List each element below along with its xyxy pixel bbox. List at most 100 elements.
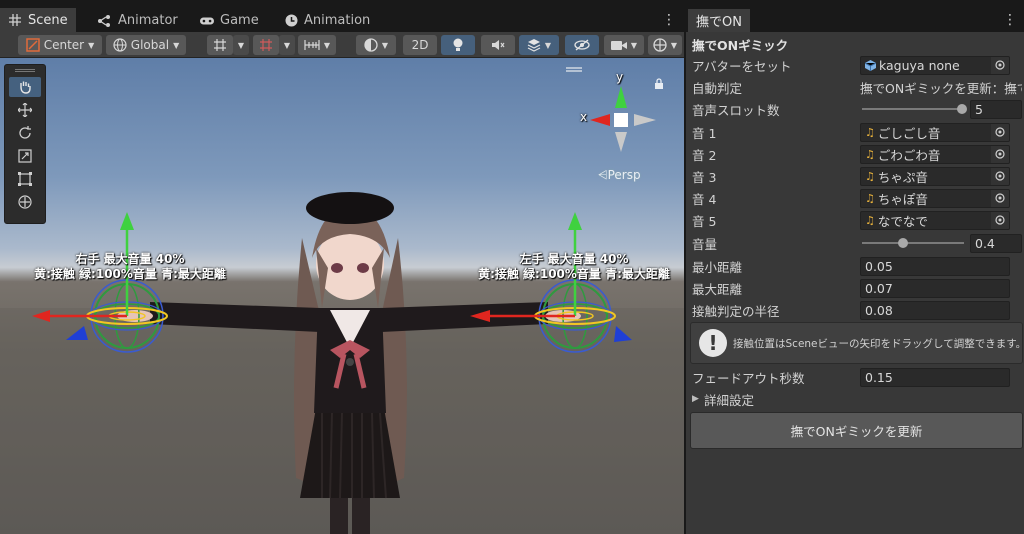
rect-tool-button[interactable] bbox=[9, 169, 41, 189]
scene-toolbar: Center ▼ Global ▼ ▼ ▼ ▼ ▼ 2D ▼ ▼ ▼ bbox=[0, 32, 684, 58]
palette-drag-handle[interactable] bbox=[15, 69, 35, 72]
scale-icon bbox=[18, 149, 32, 163]
chevron-down-icon: ▼ bbox=[670, 40, 678, 50]
advanced-foldout[interactable]: ▶ 詳細設定 bbox=[692, 389, 1022, 409]
slider-knob[interactable] bbox=[957, 104, 967, 114]
move-tool-button[interactable] bbox=[9, 100, 41, 120]
gamepad-icon bbox=[200, 14, 214, 28]
tab-animation-label: Animation bbox=[304, 13, 371, 28]
projection-toggle[interactable]: ⩤Persp bbox=[598, 168, 641, 183]
sound-label: 音 1 bbox=[692, 125, 717, 141]
effects-dropdown[interactable]: ▼ bbox=[519, 35, 559, 55]
object-picker-icon[interactable] bbox=[991, 123, 1009, 141]
object-picker-icon[interactable] bbox=[991, 189, 1009, 207]
rotate-tool-button[interactable] bbox=[9, 123, 41, 143]
grid-snap-dropdown[interactable]: ▼ bbox=[233, 35, 249, 55]
camera-dropdown[interactable]: ▼ bbox=[604, 35, 644, 55]
info-icon: ! bbox=[699, 329, 727, 357]
rect-transform-icon bbox=[18, 172, 32, 186]
fadeout-row: フェードアウト秒数 0.15 bbox=[692, 367, 1022, 387]
shading-icon bbox=[364, 38, 378, 52]
visibility-toggle[interactable] bbox=[565, 35, 599, 55]
rotate-icon bbox=[19, 126, 31, 139]
sound-clip-field[interactable]: ♫ ごわごわ音 bbox=[860, 144, 1010, 164]
more-options-icon[interactable]: ⋮ bbox=[662, 12, 676, 28]
gizmo-icon bbox=[653, 38, 667, 52]
ruler-dropdown[interactable]: ▼ bbox=[298, 35, 336, 55]
sound-clip-field[interactable]: ♫ ちゃぷ音 bbox=[860, 166, 1010, 186]
max-distance-value: 0.07 bbox=[865, 280, 893, 296]
audio-toggle[interactable] bbox=[481, 35, 515, 55]
sound-clip-value: ちゃぽ音 bbox=[877, 191, 928, 207]
scene-render bbox=[0, 67, 684, 534]
sound-clip-field[interactable]: ♫ ちゃぽ音 bbox=[860, 188, 1010, 208]
more-options-icon[interactable]: ⋮ bbox=[1003, 12, 1017, 28]
transform-tool-button[interactable] bbox=[9, 192, 41, 212]
object-picker-icon[interactable] bbox=[991, 145, 1009, 163]
volume-slider[interactable] bbox=[862, 238, 964, 248]
object-picker-icon[interactable] bbox=[991, 56, 1009, 74]
avatar-object-field[interactable]: kaguya none bbox=[860, 55, 1010, 75]
max-distance-input[interactable]: 0.07 bbox=[860, 278, 1010, 298]
hand-tool-button[interactable] bbox=[9, 77, 41, 97]
sound-row: 音 4 ♫ ちゃぽ音 bbox=[692, 188, 1022, 208]
grid-snap-button[interactable] bbox=[207, 35, 233, 55]
volume-value: 0.4 bbox=[975, 235, 995, 251]
shading-dropdown[interactable]: ▼ bbox=[356, 35, 396, 55]
audio-clip-icon: ♫ bbox=[865, 191, 875, 205]
max-distance-row: 最大距離 0.07 bbox=[692, 278, 1022, 298]
tab-animation[interactable]: Animation bbox=[276, 9, 378, 32]
gizmos-dropdown[interactable]: ▼ bbox=[648, 35, 682, 55]
object-picker-icon[interactable] bbox=[991, 167, 1009, 185]
axis-y-label: y bbox=[616, 70, 624, 84]
right-hand-label-line2: 黄:接触 緑:100%音量 青:最大距離 bbox=[34, 267, 226, 281]
tab-scene[interactable]: Scene bbox=[0, 8, 76, 32]
audio-clip-icon: ♫ bbox=[865, 213, 875, 227]
tab-animator[interactable]: Animator bbox=[90, 9, 186, 32]
scene-viewport[interactable]: y x ⩤Persp 右手 最大音量 40% 黄:接触 緑:100%音量 青:最… bbox=[0, 58, 684, 534]
chevron-down-icon: ▼ bbox=[173, 40, 180, 50]
update-gimmick-button[interactable]: 撫でONギミックを更新 bbox=[690, 412, 1023, 449]
right-hand-label-line1: 右手 最大音量 40% bbox=[75, 252, 185, 266]
section-title-row: 撫でONギミック bbox=[692, 34, 1022, 54]
toggle-2d-button[interactable]: 2D bbox=[403, 35, 437, 55]
tab-scene-label: Scene bbox=[28, 12, 68, 28]
hand-icon bbox=[20, 81, 31, 94]
foldout-arrow-icon: ▶ bbox=[692, 394, 699, 404]
sound-clip-field[interactable]: ♫ ごしごし音 bbox=[860, 122, 1010, 142]
toggle-2d-label: 2D bbox=[411, 38, 429, 52]
tab-nadeon[interactable]: 撫でON bbox=[688, 9, 750, 32]
pivot-dropdown[interactable]: Center ▼ bbox=[18, 35, 102, 55]
chevron-down-icon: ▼ bbox=[381, 40, 389, 50]
transform-icon bbox=[18, 195, 32, 209]
orientation-gizmo-handle[interactable] bbox=[566, 67, 582, 72]
lighting-toggle[interactable] bbox=[441, 35, 475, 55]
tab-game[interactable]: Game bbox=[192, 9, 267, 32]
audio-clip-icon: ♫ bbox=[865, 169, 875, 183]
globe-icon bbox=[113, 38, 127, 52]
animator-icon bbox=[98, 14, 112, 28]
increment-snap-dropdown[interactable]: ▼ bbox=[279, 35, 295, 55]
space-dropdown[interactable]: Global ▼ bbox=[106, 35, 186, 55]
sound-label: 音 3 bbox=[692, 169, 717, 185]
slot-count-slider[interactable] bbox=[862, 104, 967, 114]
min-distance-input[interactable]: 0.05 bbox=[860, 256, 1010, 276]
avatar-row: アバターをセット kaguya none bbox=[692, 55, 1022, 75]
increment-snap-icon bbox=[260, 39, 272, 51]
sound-clip-field[interactable]: ♫ なでなで bbox=[860, 210, 1010, 230]
scale-tool-button[interactable] bbox=[9, 146, 41, 166]
slot-count-input[interactable]: 5 bbox=[970, 99, 1022, 119]
object-picker-icon[interactable] bbox=[991, 211, 1009, 229]
fadeout-value: 0.15 bbox=[865, 369, 893, 385]
tab-nadeon-label: 撫でON bbox=[696, 15, 742, 30]
clock-icon bbox=[284, 14, 298, 28]
increment-snap-button[interactable] bbox=[253, 35, 279, 55]
fadeout-label: フェードアウト秒数 bbox=[692, 370, 805, 386]
lock-icon[interactable] bbox=[654, 78, 664, 93]
orientation-gizmo[interactable] bbox=[590, 86, 656, 152]
fadeout-input[interactable]: 0.15 bbox=[860, 367, 1010, 387]
slider-knob[interactable] bbox=[897, 238, 908, 248]
volume-input[interactable]: 0.4 bbox=[970, 233, 1022, 253]
persp-label: Persp bbox=[607, 168, 641, 182]
contact-radius-input[interactable]: 0.08 bbox=[860, 300, 1010, 320]
